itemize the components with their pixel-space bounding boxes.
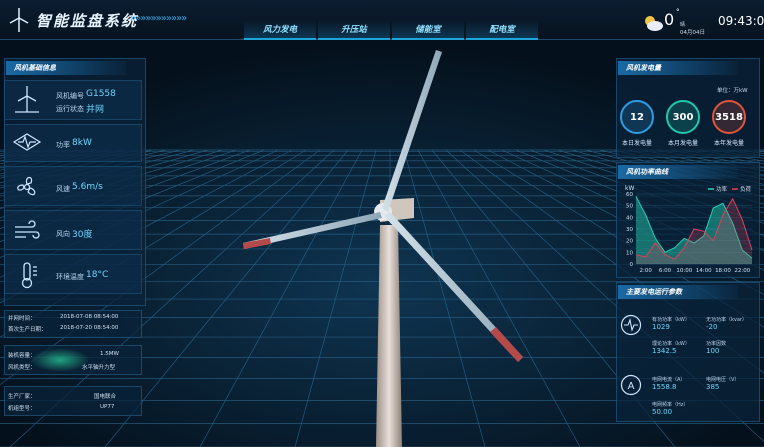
model-label: 机组型号： <box>8 406 36 412</box>
wind-speed-value: 5.6m/s <box>72 182 103 192</box>
y-tick-label: 30 <box>626 227 633 233</box>
theoretical-power-label: 理论功率（kW） <box>652 341 690 347</box>
capacity-value: 1.5MW <box>100 351 119 357</box>
grid-voltage-value: 385 <box>706 383 720 391</box>
commission-time-label: 并网时间： <box>8 316 36 322</box>
power-factor-label: 功率因数 <box>706 341 727 347</box>
grid-frequency-value: 50.00 <box>652 408 673 416</box>
theoretical-power-value: 1342.5 <box>652 347 677 355</box>
grid-frequency-label: 电网频率（Hz） <box>652 402 689 408</box>
weather-sun-cloud-icon <box>645 16 663 31</box>
x-tick-label: 10:00 <box>676 268 692 274</box>
daily-generation-label: 本日发电量 <box>621 140 652 147</box>
turbine-id-label: 风机编号 <box>56 92 84 100</box>
power-factor-value: 100 <box>706 347 720 355</box>
active-power-value: 1029 <box>652 323 670 331</box>
turbine-type-label: 风机类型： <box>8 365 36 371</box>
thermometer-icon <box>21 262 37 289</box>
grid-current-badge-icon: A <box>620 374 642 396</box>
x-tick-label: 22:00 <box>734 268 750 274</box>
weather-description: 晴 <box>680 22 686 28</box>
spec-glow <box>30 348 90 372</box>
first-production-label: 首次生产日期： <box>8 327 47 333</box>
maker-value: 国电联合 <box>94 394 117 400</box>
header-decoration: »»»»»»»»»»» <box>130 13 187 24</box>
wind-icon <box>15 220 40 239</box>
first-production-value: 2018-07-20 08:54:00 <box>60 325 119 331</box>
tab-substation[interactable]: 升压站 <box>318 20 390 40</box>
fan-icon <box>17 176 36 196</box>
turbine-icon <box>15 86 39 113</box>
power-curve-chart: kW 0 10 20 30 40 50 60 2:00 6:00 10:00 14:00 18:00 22… <box>625 185 753 274</box>
svg-text:A: A <box>628 381 635 392</box>
run-status-value: 并网 <box>86 105 105 115</box>
x-tick-label: 18:00 <box>715 268 731 274</box>
y-tick-label: 60 <box>626 192 633 198</box>
reactive-power-label: 无功功率（kvar） <box>706 317 747 323</box>
y-tick-label: 40 <box>626 215 633 221</box>
y-tick-label: 50 <box>626 204 633 210</box>
yearly-generation-label: 本年发电量 <box>713 140 744 147</box>
weather-date: 04月04日 <box>680 30 705 36</box>
tab-storage-room[interactable]: 储能室 <box>392 20 464 40</box>
monthly-generation-label: 本月发电量 <box>667 140 698 147</box>
wind-turbine-logo-icon <box>9 8 29 32</box>
model-value: UP77 <box>100 404 115 410</box>
series-area-1 <box>636 198 752 264</box>
y-axis-label: kW <box>625 185 634 192</box>
env-temp-label: 环境温度 <box>56 273 84 281</box>
wind-speed-label: 风速 <box>56 185 70 193</box>
tab-distribution-room[interactable]: 配电室 <box>466 20 538 40</box>
wind-direction-value: 30度 <box>72 230 93 240</box>
active-power-label: 有功功率（kW） <box>652 317 690 323</box>
daily-generation-ring: 12 <box>620 100 654 134</box>
monthly-generation-ring: 300 <box>666 100 700 134</box>
commission-time-value: 2018-07-08 08:54:00 <box>60 314 119 320</box>
params-title: 主要发电运行参数 <box>618 285 738 299</box>
power-value: 8kW <box>72 138 92 148</box>
generation-title: 风机发电量 <box>618 61 738 75</box>
y-tick-label: 10 <box>626 250 633 256</box>
grid-current-label: 电网电流（A） <box>652 377 686 383</box>
tab-wind-power[interactable]: 风力发电 <box>244 20 316 40</box>
y-tick-label: 0 <box>630 262 634 268</box>
x-tick-label: 2:00 <box>639 268 652 274</box>
app-title: 智能监盘系统 <box>36 12 139 30</box>
yearly-generation-ring: 3518 <box>712 100 746 134</box>
top-header: 智能监盘系统 »»»»»»»»»»» 风力发电 升压站 储能室 配电室 0 ° … <box>0 0 764 40</box>
power-label: 功率 <box>56 141 70 149</box>
env-temp-value: 18°C <box>86 270 109 280</box>
main-nav: 风力发电 升压站 储能室 配电室 <box>244 20 540 40</box>
y-tick-label: 20 <box>626 239 633 245</box>
weather-temperature: 0 <box>664 10 675 29</box>
x-tick-label: 14:00 <box>696 268 712 274</box>
clock: 09:43:07 <box>718 14 764 28</box>
run-status-label: 运行状态 <box>56 105 84 113</box>
power-curve-title: 风机功率曲线 <box>618 165 738 179</box>
turbine-type-value: 水平轴升力型 <box>82 365 116 371</box>
weather-degree-sign: ° <box>676 8 680 16</box>
power-pulse-icon <box>12 133 42 151</box>
maker-label: 生产厂家： <box>8 394 36 400</box>
legend-label: 功率 <box>716 185 728 193</box>
turbine-info-title: 风机基础信息 <box>6 61 126 75</box>
reactive-power-value: -20 <box>706 323 718 331</box>
capacity-label: 装机容量： <box>8 353 36 359</box>
legend-label: 负荷 <box>740 185 752 193</box>
grid-voltage-label: 电网电压（V） <box>706 377 740 383</box>
power-pulse-badge-icon <box>620 314 642 336</box>
generation-unit: 单位：万kW <box>717 88 748 94</box>
turbine-id-value: G1558 <box>86 89 116 99</box>
x-tick-label: 6:00 <box>659 268 672 274</box>
wind-direction-label: 风向 <box>56 230 70 238</box>
grid-current-value: 1558.8 <box>652 383 677 391</box>
